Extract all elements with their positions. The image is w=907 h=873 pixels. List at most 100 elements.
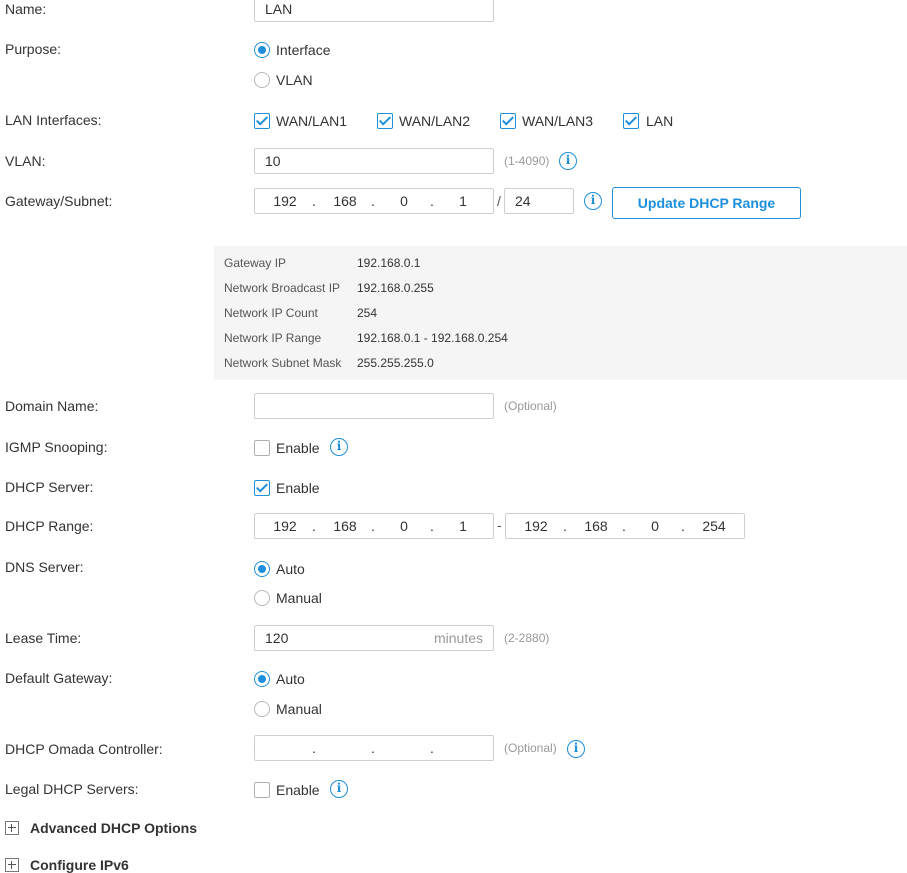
vlan-info-icon[interactable]: i (559, 152, 577, 170)
igmp-enable-label: Enable (276, 440, 320, 456)
omada-controller-label: DHCP Omada Controller: (5, 741, 163, 757)
dhcp-range-end-input[interactable]: 192 . 168 . 0 . 254 (505, 513, 745, 539)
info-value-broadcast-ip: 192.168.0.255 (357, 281, 434, 295)
dhcp-server-enable-checkbox[interactable] (254, 480, 270, 496)
legal-dhcp-enable-label: Enable (276, 782, 320, 798)
igmp-info-icon[interactable]: i (330, 438, 348, 456)
gateway-dot: . (371, 193, 375, 209)
legal-dhcp-info-icon[interactable]: i (330, 780, 348, 798)
configure-ipv6-toggle[interactable]: Configure IPv6 (30, 857, 129, 873)
interface-wan-lan3-label: WAN/LAN3 (522, 113, 594, 129)
range-start-octet-4: 1 (459, 518, 467, 534)
omada-dot: . (430, 740, 434, 756)
legal-dhcp-servers-label: Legal DHCP Servers: (5, 781, 139, 797)
interface-lan-checkbox[interactable] (623, 113, 639, 129)
gateway-subnet-label: Gateway/Subnet: (5, 193, 113, 209)
vlan-range-hint: (1-4090) (504, 154, 550, 168)
info-value-subnet-mask: 255.255.255.0 (357, 356, 434, 370)
info-key-ip-range: Network IP Range (224, 331, 322, 345)
domain-name-label: Domain Name: (5, 398, 99, 414)
advanced-dhcp-options-toggle[interactable]: Advanced DHCP Options (30, 820, 197, 836)
dns-server-label: DNS Server: (5, 559, 84, 575)
range-end-octet-4: 254 (702, 518, 726, 534)
range-start-octet-1: 192 (273, 518, 297, 534)
default-gateway-manual-radio[interactable] (254, 701, 270, 717)
interface-wan-lan3-checkbox[interactable] (500, 113, 516, 129)
dns-manual-radio[interactable] (254, 590, 270, 606)
info-value-ip-count: 254 (357, 306, 378, 320)
default-gateway-label: Default Gateway: (5, 670, 113, 686)
vlan-input[interactable]: 10 (254, 148, 494, 174)
default-gateway-auto-radio[interactable] (254, 671, 270, 687)
lease-time-range-hint: (2-2880) (504, 631, 550, 645)
domain-name-input[interactable] (254, 393, 494, 419)
lease-time-value: 120 (265, 630, 289, 646)
dns-auto-label: Auto (276, 561, 305, 577)
subnet-prefix-input[interactable]: 24 (504, 188, 574, 214)
range-end-octet-2: 168 (584, 518, 608, 534)
range-start-octet-3: 0 (400, 518, 408, 534)
dns-auto-radio[interactable] (254, 561, 270, 577)
purpose-interface-radio[interactable] (254, 42, 270, 58)
igmp-snooping-label: IGMP Snooping: (5, 439, 108, 455)
name-label: Name: (5, 1, 47, 17)
lease-time-unit: minutes (433, 630, 483, 646)
gateway-octet-1: 192 (273, 193, 297, 209)
igmp-enable-checkbox[interactable] (254, 440, 270, 456)
info-key-gateway-ip: Gateway IP (224, 256, 287, 270)
range-start-dot: . (312, 518, 316, 534)
info-key-subnet-mask: Network Subnet Mask (224, 356, 342, 370)
lease-time-input[interactable]: 120 minutes (254, 625, 494, 651)
omada-info-icon[interactable]: i (567, 740, 585, 758)
lan-interfaces-label: LAN Interfaces: (5, 112, 102, 128)
interface-wan-lan2-label: WAN/LAN2 (399, 113, 471, 129)
dhcp-range-label: DHCP Range: (5, 518, 94, 534)
omada-dot: . (312, 740, 316, 756)
gateway-dot: . (312, 193, 316, 209)
range-start-octet-2: 168 (333, 518, 357, 534)
vlan-label: VLAN: (5, 153, 46, 169)
range-end-dot: . (563, 518, 567, 534)
interface-lan-label: LAN (646, 113, 674, 129)
interface-wan-lan2-checkbox[interactable] (377, 113, 393, 129)
info-value-ip-range: 192.168.0.1 - 192.168.0.254 (357, 331, 508, 345)
info-value-gateway-ip: 192.168.0.1 (357, 256, 421, 270)
omada-optional-hint: (Optional) (504, 741, 557, 755)
info-key-broadcast-ip: Network Broadcast IP (224, 281, 341, 295)
expand-advanced-dhcp-icon[interactable] (5, 821, 19, 835)
lease-time-label: Lease Time: (5, 630, 82, 646)
gateway-info-icon[interactable]: i (584, 192, 602, 210)
interface-wan-lan1-checkbox[interactable] (254, 113, 270, 129)
omada-dot: . (371, 740, 375, 756)
gateway-octet-2: 168 (333, 193, 357, 209)
gateway-ip-input[interactable]: 192 . 168 . 0 . 1 (254, 188, 494, 214)
expand-configure-ipv6-icon[interactable] (5, 858, 19, 872)
range-end-octet-1: 192 (524, 518, 548, 534)
update-dhcp-range-button[interactable]: Update DHCP Range (612, 187, 801, 219)
purpose-vlan-radio[interactable] (254, 72, 270, 88)
purpose-label: Purpose: (5, 41, 62, 57)
range-end-dot: . (681, 518, 685, 534)
info-key-ip-count: Network IP Count (224, 306, 318, 320)
default-gateway-manual-label: Manual (276, 701, 322, 717)
network-info-panel: Gateway IP 192.168.0.1 Network Broadcast… (214, 246, 907, 380)
dhcp-range-start-input[interactable]: 192 . 168 . 0 . 1 (254, 513, 494, 539)
gateway-octet-4: 1 (459, 193, 467, 209)
range-start-dot: . (371, 518, 375, 534)
dhcp-server-enable-label: Enable (276, 480, 320, 496)
dhcp-range-dash: - (497, 517, 502, 533)
range-end-dot: . (622, 518, 626, 534)
omada-controller-ip-input[interactable]: . . . (254, 735, 494, 761)
legal-dhcp-enable-checkbox[interactable] (254, 782, 270, 798)
default-gateway-auto-label: Auto (276, 671, 305, 687)
range-start-dot: . (430, 518, 434, 534)
purpose-interface-label: Interface (276, 42, 331, 58)
range-end-octet-3: 0 (651, 518, 659, 534)
gateway-octet-3: 0 (400, 193, 408, 209)
domain-optional-hint: (Optional) (504, 399, 557, 413)
dns-manual-label: Manual (276, 590, 322, 606)
gateway-dot: . (430, 193, 434, 209)
purpose-vlan-label: VLAN (276, 72, 313, 88)
name-input[interactable]: LAN (254, 0, 494, 22)
subnet-slash: / (497, 193, 501, 209)
